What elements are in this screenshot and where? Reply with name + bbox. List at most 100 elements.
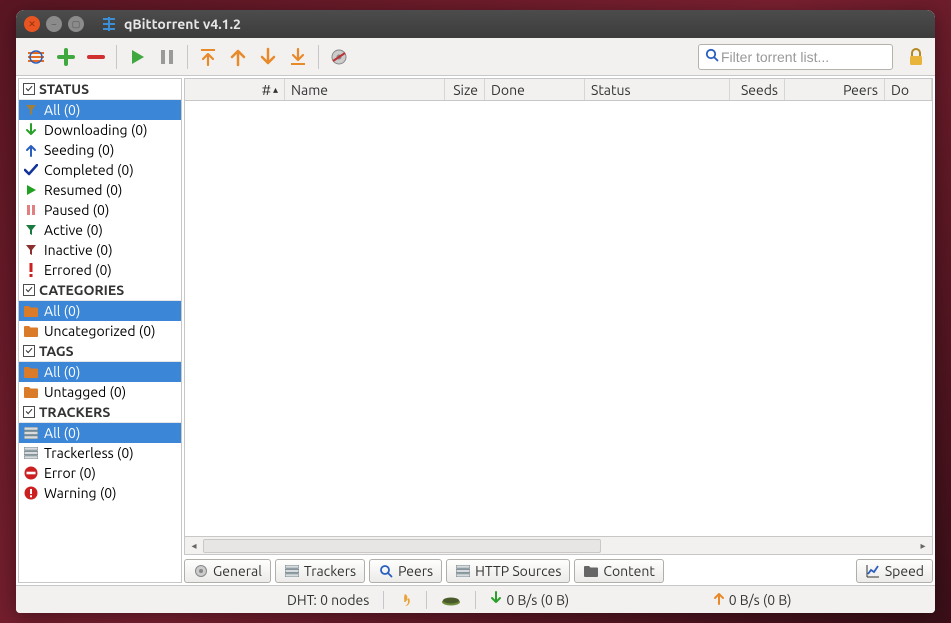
scroll-left-icon[interactable]: ◂	[185, 538, 203, 554]
resume-button[interactable]	[123, 43, 151, 71]
filter-input[interactable]	[719, 48, 886, 66]
torrent-table: #▴ Name Size Done Status Seeds Peers Do …	[184, 78, 933, 555]
window-minimize-button[interactable]: –	[46, 16, 62, 32]
move-top-button[interactable]	[194, 43, 222, 71]
sidebar-item[interactable]: All (0)	[19, 423, 181, 443]
sidebar-item[interactable]: Seeding (0)	[19, 140, 181, 160]
table-body	[185, 101, 932, 536]
move-down-button[interactable]	[254, 43, 282, 71]
sort-asc-icon: ▴	[273, 84, 278, 96]
checkbox-icon[interactable]: ✓	[23, 406, 35, 418]
dht-status[interactable]: DHT: 0 nodes	[287, 592, 369, 608]
sidebar-item[interactable]: Resumed (0)	[19, 180, 181, 200]
tab-general[interactable]: General	[184, 559, 271, 583]
checkbox-icon[interactable]: ✓	[23, 345, 35, 357]
col-name[interactable]: Name	[285, 79, 445, 100]
add-torrent-button[interactable]	[52, 43, 80, 71]
speed-mode-icon[interactable]	[398, 592, 412, 608]
window-maximize-button[interactable]: ▢	[68, 16, 84, 32]
sidebar-item-label: All (0)	[44, 424, 80, 442]
table-header[interactable]: #▴ Name Size Done Status Seeds Peers Do	[185, 79, 932, 101]
sidebar-item-label: Untagged (0)	[44, 383, 126, 401]
sidebar-item[interactable]: Active (0)	[19, 220, 181, 240]
checkbox-icon[interactable]: ✓	[23, 284, 35, 296]
section-header[interactable]: ✓ STATUS	[19, 79, 181, 100]
scroll-track[interactable]	[203, 538, 914, 554]
sidebar-item[interactable]: Untagged (0)	[19, 382, 181, 402]
folder-icon	[23, 323, 39, 339]
sidebar-item[interactable]: Errored (0)	[19, 260, 181, 280]
col-done[interactable]: Done	[485, 79, 585, 100]
download-speed[interactable]: 0 B/s (0 B)	[490, 591, 569, 608]
sidebar-item[interactable]: Paused (0)	[19, 200, 181, 220]
window-close-button[interactable]: ✕	[24, 16, 40, 32]
pause-icon	[23, 202, 39, 218]
sidebar-item[interactable]: All (0)	[19, 362, 181, 382]
main-panel: #▴ Name Size Done Status Seeds Peers Do …	[184, 78, 933, 583]
section-header[interactable]: ✓ CATEGORIES	[19, 280, 181, 301]
sidebar-item-label: Paused (0)	[44, 201, 109, 219]
gear-icon	[193, 563, 209, 579]
folder-icon	[23, 364, 39, 380]
settings-button[interactable]	[325, 43, 353, 71]
sidebar-item[interactable]: Downloading (0)	[19, 120, 181, 140]
checkbox-icon[interactable]: ✓	[23, 83, 35, 95]
col-seeds[interactable]: Seeds	[730, 79, 785, 100]
server-icon	[455, 563, 471, 579]
content-area: ✓STATUSAll (0)Downloading (0)Seeding (0)…	[16, 76, 935, 585]
sidebar-item[interactable]: Inactive (0)	[19, 240, 181, 260]
filter-icon	[23, 242, 39, 258]
window-title: qBittorrent v4.1.2	[124, 16, 241, 32]
warn-circle-icon	[23, 485, 39, 501]
sidebar: ✓STATUSAll (0)Downloading (0)Seeding (0)…	[18, 78, 182, 583]
tab-label: Peers	[398, 563, 433, 579]
scroll-thumb[interactable]	[203, 539, 601, 553]
sidebar-item[interactable]: Warning (0)	[19, 483, 181, 503]
col-down[interactable]: Do	[885, 79, 932, 100]
tab-content[interactable]: Content	[574, 559, 663, 583]
alt-speed-icon[interactable]	[441, 594, 461, 606]
toolbar-separator	[187, 45, 188, 69]
open-torrent-button[interactable]	[22, 43, 50, 71]
section-header[interactable]: ✓TRACKERS	[19, 402, 181, 423]
pause-button[interactable]	[153, 43, 181, 71]
col-number[interactable]: #	[262, 82, 271, 98]
play-icon	[23, 182, 39, 198]
col-size[interactable]: Size	[445, 79, 485, 100]
filter-box[interactable]	[698, 44, 893, 70]
sidebar-item-label: Error (0)	[44, 464, 96, 482]
sidebar-item[interactable]: Trackerless (0)	[19, 443, 181, 463]
check-icon	[23, 162, 39, 178]
move-bottom-button[interactable]	[284, 43, 312, 71]
sidebar-item-label: All (0)	[44, 363, 80, 381]
tab-label: HTTP Sources	[475, 563, 561, 579]
sidebar-item-label: Active (0)	[44, 221, 103, 239]
up-arrow-icon	[23, 142, 39, 158]
tab-peers[interactable]: Peers	[369, 559, 442, 583]
tab-http-sources[interactable]: HTTP Sources	[446, 559, 570, 583]
horizontal-scrollbar[interactable]: ◂ ▸	[185, 536, 932, 554]
section-header[interactable]: ✓TAGS	[19, 341, 181, 362]
tab-label: General	[213, 563, 262, 579]
server-icon	[23, 445, 39, 461]
sidebar-item[interactable]: Completed (0)	[19, 160, 181, 180]
sidebar-item[interactable]: Uncategorized (0)	[19, 321, 181, 341]
server-icon	[284, 563, 300, 579]
tab-speed[interactable]: Speed	[856, 559, 933, 583]
col-status[interactable]: Status	[585, 79, 730, 100]
move-up-button[interactable]	[224, 43, 252, 71]
section-title: STATUS	[39, 81, 89, 97]
upload-speed[interactable]: 0 B/s (0 B)	[713, 591, 792, 608]
remove-torrent-button[interactable]	[82, 43, 110, 71]
app-window: ✕ – ▢ qBittorrent v4.1.2	[16, 10, 935, 613]
lock-button[interactable]	[903, 44, 929, 70]
sidebar-item[interactable]: Error (0)	[19, 463, 181, 483]
col-peers[interactable]: Peers	[785, 79, 885, 100]
scroll-right-icon[interactable]: ▸	[914, 538, 932, 554]
sidebar-item[interactable]: All (0)	[19, 100, 181, 120]
sidebar-item-label: Downloading (0)	[44, 121, 148, 139]
toolbar-separator	[116, 45, 117, 69]
sidebar-item[interactable]: All (0)	[19, 301, 181, 321]
section-title: CATEGORIES	[39, 282, 124, 298]
tab-trackers[interactable]: Trackers	[275, 559, 365, 583]
